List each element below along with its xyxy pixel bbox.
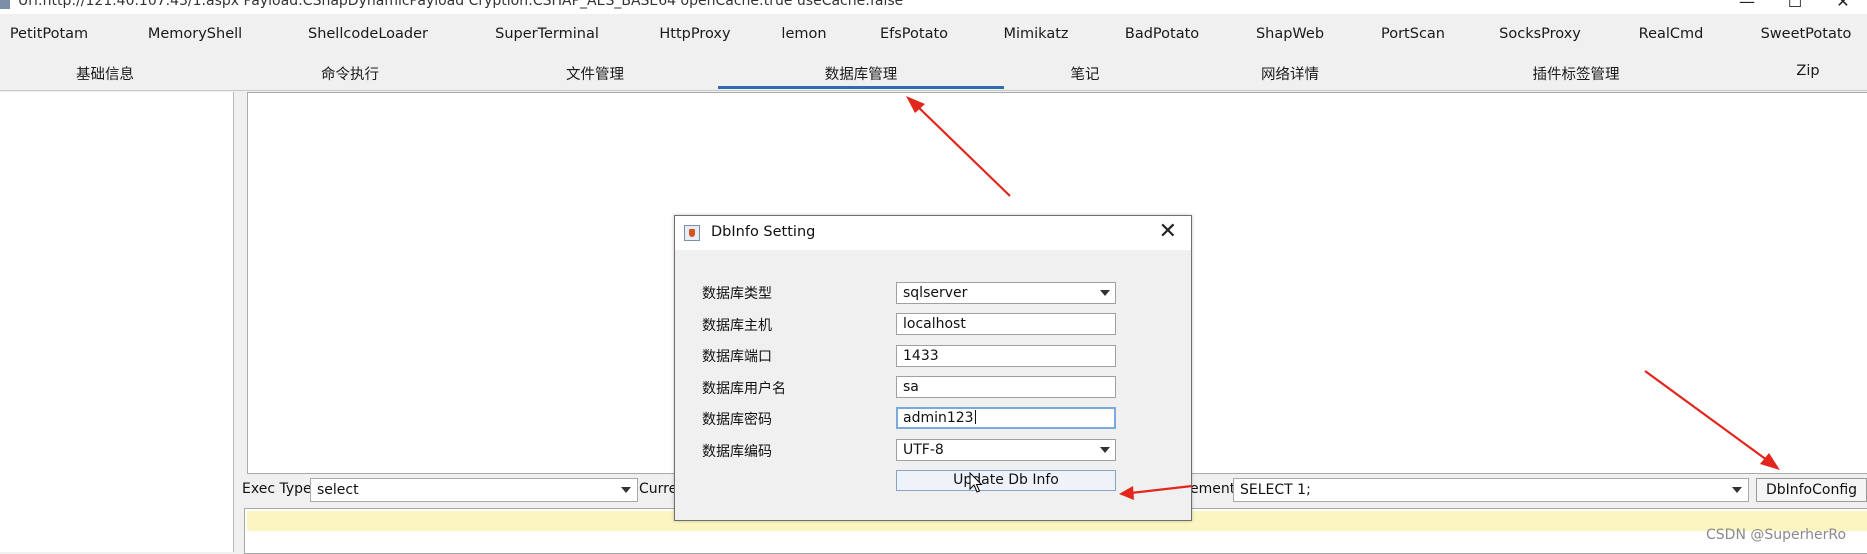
exec-type-select[interactable]: select (310, 478, 638, 502)
chevron-down-icon (1732, 487, 1742, 493)
mouse-pointer-icon (969, 472, 983, 493)
db-host-label: 数据库主机 (702, 318, 772, 334)
dialog-title: DbInfo Setting (711, 224, 816, 240)
active-tab-indicator (718, 86, 1004, 89)
tab-memoryshell[interactable]: MemoryShell (148, 26, 242, 42)
tab-zip[interactable]: Zip (1796, 63, 1819, 79)
plugin-tab-bar: PetitPotam MemoryShell ShellcodeLoader S… (0, 22, 1867, 52)
tab-command-exec[interactable]: 命令执行 (321, 63, 379, 84)
tab-mimikatz[interactable]: Mimikatz (1003, 26, 1068, 42)
tab-network-details[interactable]: 网络详情 (1261, 63, 1319, 84)
chevron-down-icon (621, 487, 631, 493)
tab-basic-info[interactable]: 基础信息 (76, 63, 134, 84)
tab-superterminal[interactable]: SuperTerminal (495, 26, 599, 42)
tab-database-manager[interactable]: 数据库管理 (825, 63, 898, 84)
tab-shapweb[interactable]: ShapWeb (1256, 26, 1324, 42)
db-port-field[interactable]: 1433 (896, 345, 1116, 367)
tab-notes[interactable]: 笔记 (1071, 63, 1100, 84)
java-cup-icon (684, 225, 700, 241)
dbinfo-setting-dialog: DbInfo Setting ✕ 数据库类型 sqlserver 数据库主机 l… (674, 215, 1192, 521)
tab-realcmd[interactable]: RealCmd (1639, 26, 1704, 42)
db-password-label: 数据库密码 (702, 412, 772, 428)
tab-file-manager[interactable]: 文件管理 (566, 63, 624, 84)
tab-efspotato[interactable]: EfsPotato (880, 26, 948, 42)
dialog-title-bar: DbInfo Setting ✕ (675, 216, 1191, 250)
tab-portscan[interactable]: PortScan (1381, 26, 1445, 42)
close-icon[interactable]: ✕ (1159, 219, 1177, 244)
dbinfo-config-button[interactable]: DbInfoConfig (1756, 478, 1867, 502)
tab-httpproxy[interactable]: HttpProxy (659, 26, 730, 42)
statement-value: SELECT 1; (1240, 482, 1311, 498)
watermark: CSDN @SuperherRo (1706, 527, 1847, 543)
tab-socksproxy[interactable]: SocksProxy (1499, 26, 1581, 42)
chevron-down-icon (1100, 290, 1110, 296)
db-host-field[interactable]: localhost (896, 313, 1116, 335)
tab-sweetpotato[interactable]: SweetPotato (1761, 26, 1852, 42)
database-tree-panel[interactable] (0, 92, 234, 552)
update-db-info-button[interactable]: Update Db Info (896, 470, 1116, 491)
db-username-label: 数据库用户名 (702, 381, 786, 397)
minimize-icon[interactable]: — (1723, 0, 1771, 11)
current-db-label: Curre (639, 481, 678, 497)
app-icon (0, 0, 10, 9)
text-caret (974, 410, 976, 424)
db-type-label: 数据库类型 (702, 286, 772, 302)
tab-petitpotam[interactable]: PetitPotam (10, 26, 88, 42)
statement-select[interactable]: SELECT 1; (1233, 478, 1749, 502)
db-type-select[interactable]: sqlserver (896, 282, 1116, 304)
exec-type-label: Exec Type (242, 481, 312, 497)
db-password-field[interactable]: admin123 (896, 407, 1116, 429)
db-username-field[interactable]: sa (896, 376, 1116, 398)
tab-badpotato[interactable]: BadPotato (1125, 26, 1199, 42)
window-title-bar: Url:http://121.40.107.43/1.aspx Payload:… (0, 0, 1867, 14)
close-window-icon[interactable]: ✕ (1819, 0, 1867, 11)
db-type-value: sqlserver (903, 285, 968, 301)
window-title: Url:http://121.40.107.43/1.aspx Payload:… (18, 0, 904, 9)
maximize-icon[interactable]: ☐ (1771, 0, 1819, 11)
chevron-down-icon (1100, 447, 1110, 453)
statement-label: ement (1190, 481, 1236, 497)
tab-plugin-tag-manager[interactable]: 插件标签管理 (1533, 63, 1620, 84)
tab-lemon[interactable]: lemon (781, 26, 826, 42)
db-port-label: 数据库端口 (702, 349, 772, 365)
function-tab-bar: 基础信息 命令执行 文件管理 数据库管理 笔记 网络详情 插件标签管理 Zip (0, 58, 1867, 91)
exec-type-value: select (317, 482, 359, 498)
db-encoding-value: UTF-8 (903, 442, 944, 458)
tab-shellcodeloader[interactable]: ShellcodeLoader (308, 26, 428, 42)
db-password-value: admin123 (903, 410, 974, 426)
db-encoding-select[interactable]: UTF-8 (896, 439, 1116, 461)
db-encoding-label: 数据库编码 (702, 444, 772, 460)
